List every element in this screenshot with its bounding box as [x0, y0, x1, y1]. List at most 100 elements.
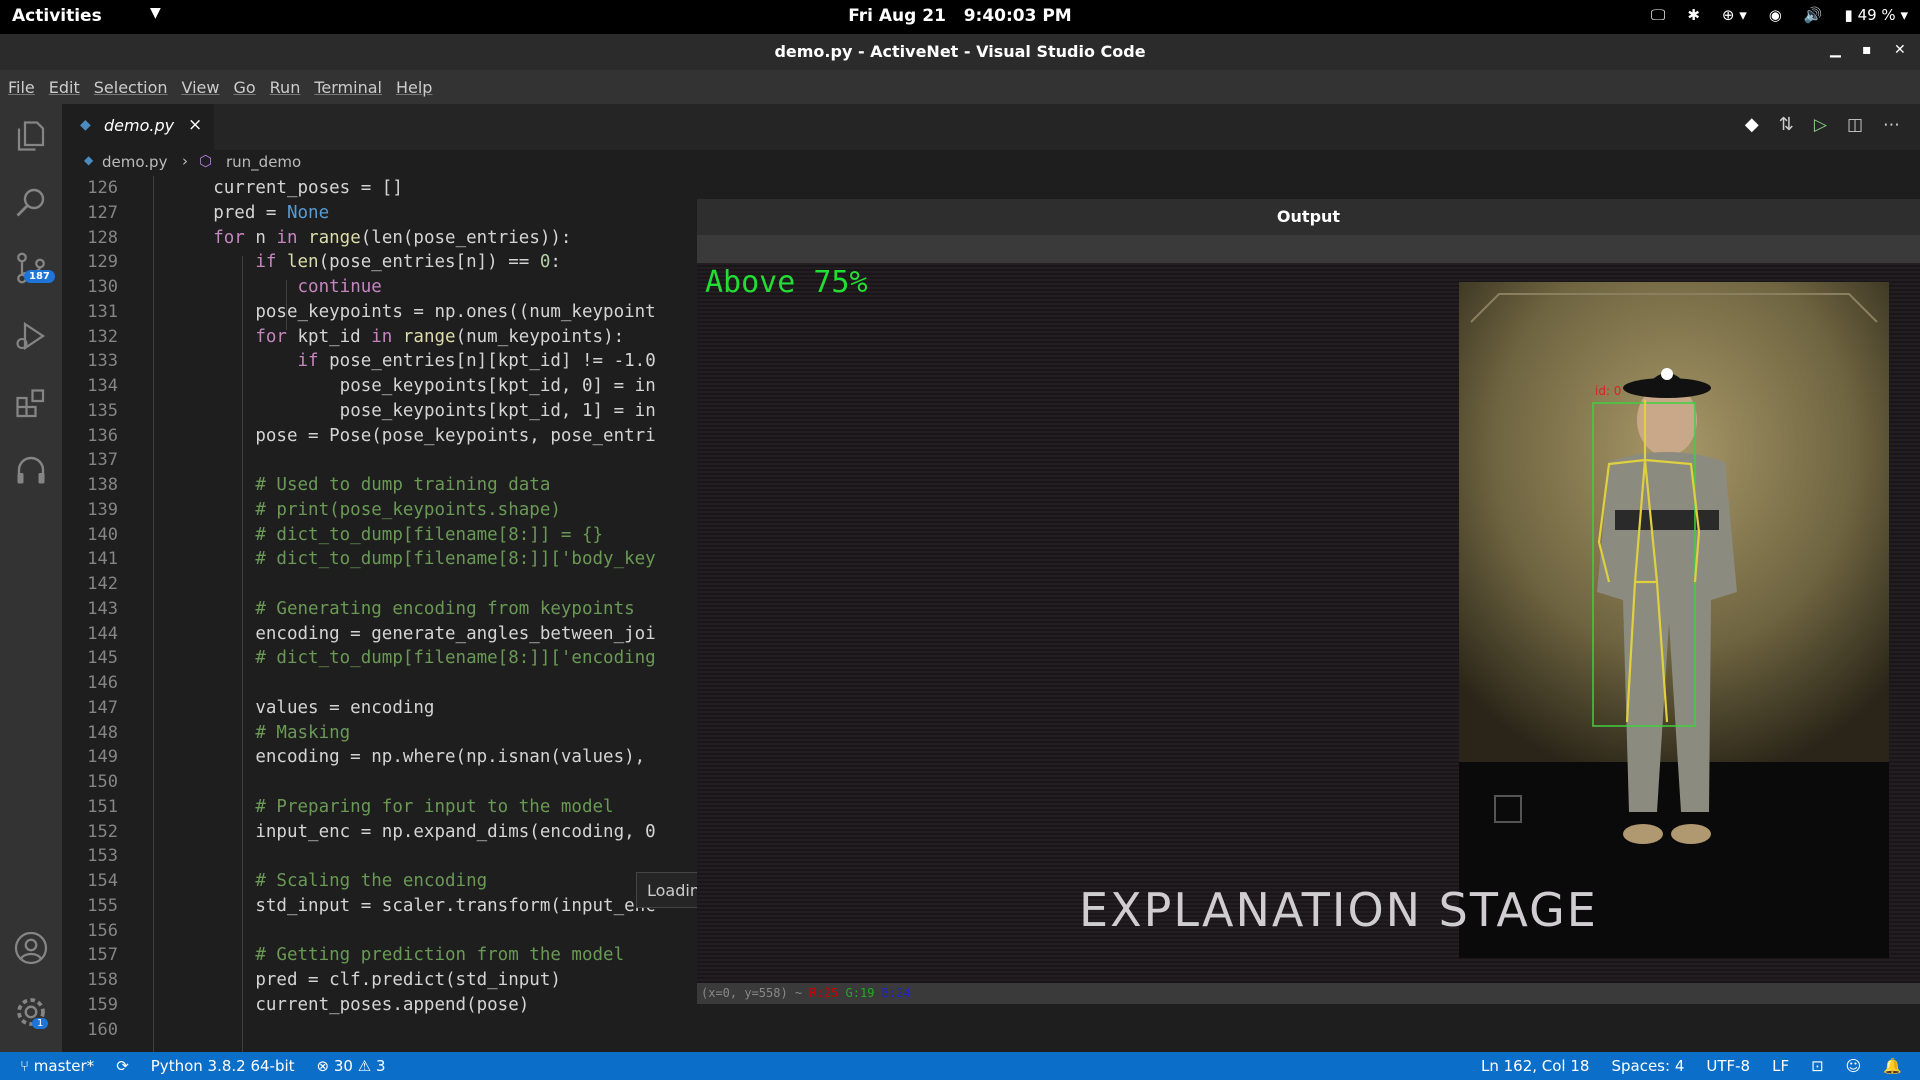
code-line: for kpt_id in range(num_keypoints): — [255, 326, 625, 347]
line-number: 127 — [87, 202, 118, 223]
breadcrumb-file[interactable]: demo.py — [102, 153, 167, 171]
output-window[interactable]: Output Above 75% id: 0 EXPLANATION STAGE… — [697, 199, 1920, 1004]
line-number: 136 — [87, 425, 118, 446]
code-line: pose_keypoints = np.ones((num_keypoint — [255, 301, 656, 322]
run-file-icon[interactable]: ▷ — [1814, 115, 1827, 135]
volume-icon[interactable]: 🔊 — [1804, 6, 1823, 24]
code-line: current_poses.append(pose) — [255, 994, 530, 1015]
line-number: 126 — [87, 178, 118, 198]
menu-view[interactable]: View — [182, 78, 220, 97]
code-line: # print(pose_keypoints.shape) — [255, 499, 561, 520]
close-window-icon[interactable]: ✕ — [1894, 42, 1906, 58]
menu-terminal[interactable]: Terminal — [314, 78, 382, 97]
battery-indicator[interactable]: ▮ 49 % ▾ — [1845, 6, 1908, 24]
wifi-icon[interactable]: ◉ — [1769, 6, 1782, 24]
line-ending[interactable]: LF — [1772, 1057, 1789, 1075]
symbol-method-icon: ⬡ — [199, 152, 213, 170]
code-line: current_poses = [] — [213, 178, 403, 198]
line-number: 160 — [87, 1019, 118, 1040]
line-number: 132 — [87, 326, 118, 347]
line-number: 156 — [87, 920, 118, 941]
menu-selection[interactable]: Selection — [94, 78, 168, 97]
line-number: 141 — [87, 549, 118, 570]
code-line: # dict_to_dump[filename[8:]]['body_key — [255, 549, 656, 570]
code-line: pose_keypoints[kpt_id, 0] = in — [339, 376, 656, 396]
pixel-readout: (x=0, y=558) ~ R:25 G:19 B:24 — [697, 983, 1920, 1004]
line-number: 147 — [87, 697, 118, 718]
screen-icon[interactable]: 🖵 — [1651, 6, 1665, 24]
status-bar: ⑂ master* ⟳ Python 3.8.2 64-bit ⊗ 30 ⚠ 3… — [0, 1052, 1920, 1080]
chevron-down-icon[interactable]: ▼ — [150, 5, 161, 21]
headphones-icon[interactable] — [13, 452, 49, 488]
menu-edit[interactable]: Edit — [49, 78, 80, 97]
compare-changes-icon[interactable]: ⇅ — [1779, 114, 1794, 135]
tab-demo-py[interactable]: ◆ demo.py × — [62, 104, 214, 150]
line-number: 145 — [87, 648, 118, 669]
code-line: # dict_to_dump[filename[8:]] = {} — [255, 524, 604, 545]
account-icon[interactable] — [13, 930, 49, 966]
python-file-icon: ◆ — [84, 153, 94, 167]
line-number: 128 — [87, 227, 118, 248]
menu-help[interactable]: Help — [396, 78, 432, 97]
search-icon[interactable] — [13, 184, 49, 220]
code-line: pred = clf.predict(std_input) — [255, 970, 561, 990]
line-number: 151 — [87, 796, 118, 817]
menu-file[interactable]: File — [8, 78, 35, 97]
code-editor[interactable]: current_poses = [] pred = None for n in … — [150, 176, 700, 1042]
line-number: 146 — [87, 673, 118, 693]
maximize-icon[interactable]: ▪ — [1862, 42, 1872, 58]
breadcrumb: ◆ demo.py › ⬡ run_demo — [62, 150, 1920, 176]
window-title: demo.py - ActiveNet - Visual Studio Code — [774, 42, 1146, 61]
cursor-position[interactable]: Ln 162, Col 18 — [1481, 1057, 1589, 1075]
line-number: 138 — [87, 475, 118, 495]
line-number: 152 — [87, 821, 118, 842]
split-editor-icon[interactable]: ◫ — [1847, 115, 1863, 135]
line-number: 139 — [87, 499, 118, 520]
explorer-icon[interactable] — [13, 118, 49, 154]
clock[interactable]: Fri Aug 21 9:40:03 PM — [0, 6, 1920, 26]
feedback-icon[interactable]: ☺ — [1846, 1057, 1862, 1075]
sync-icon[interactable]: ⟳ — [116, 1057, 129, 1075]
menu-go[interactable]: Go — [233, 78, 255, 97]
accessibility-icon[interactable]: ⊕ ▾ — [1722, 6, 1747, 24]
minimize-icon[interactable]: ▁ — [1830, 42, 1841, 58]
code-line: continue — [297, 277, 382, 297]
problems-indicator[interactable]: ⊗ 30 ⚠ 3 — [317, 1057, 386, 1075]
extensions-icon[interactable] — [13, 386, 49, 422]
line-number: 133 — [87, 351, 118, 372]
code-line: # Masking — [255, 722, 351, 743]
menu-run[interactable]: Run — [270, 78, 301, 97]
file-encoding[interactable]: UTF-8 — [1706, 1057, 1750, 1075]
git-lens-icon[interactable]: ◆ — [1745, 114, 1759, 135]
chevron-right-icon: › — [182, 152, 188, 170]
python-interpreter[interactable]: Python 3.8.2 64-bit — [151, 1057, 295, 1075]
line-number: 129 — [87, 252, 118, 273]
code-line: input_enc = np.expand_dims(encoding, 0 — [255, 821, 656, 842]
svg-text:id: 0: id: 0 — [1595, 384, 1621, 398]
confidence-label: Above 75% — [705, 265, 868, 300]
notifications-bell-icon[interactable]: 🔔 — [1883, 1057, 1902, 1075]
more-actions-icon[interactable]: ⋯ — [1883, 115, 1900, 135]
run-debug-icon[interactable] — [13, 318, 49, 354]
tab-label: demo.py — [104, 116, 175, 135]
code-line: # Preparing for input to the model — [255, 796, 614, 817]
breadcrumb-symbol[interactable]: run_demo — [226, 153, 301, 171]
person-pose-image: id: 0 — [1459, 282, 1889, 958]
slack-icon[interactable]: ✱ — [1687, 6, 1700, 24]
line-number: 137 — [87, 450, 118, 471]
preview-icon[interactable]: ⊡ — [1811, 1057, 1824, 1075]
activities-button[interactable]: Activities — [12, 6, 102, 26]
code-line: # dict_to_dump[filename[8:]]['encoding — [255, 648, 656, 669]
line-number-gutter: 126 127 128 129 130 131 132 133 134 135 … — [62, 176, 132, 1042]
branch-indicator[interactable]: ⑂ master* — [20, 1057, 94, 1075]
line-number: 134 — [87, 376, 118, 396]
code-line: std_input = scaler.transform(input_enc — [255, 895, 656, 916]
indentation[interactable]: Spaces: 4 — [1611, 1057, 1684, 1075]
system-top-bar: Activities ▼ Fri Aug 21 9:40:03 PM 🖵 ✱ ⊕… — [0, 0, 1920, 34]
code-line: pose_keypoints[kpt_id, 1] = in — [339, 400, 656, 421]
close-tab-icon[interactable]: × — [188, 115, 202, 135]
